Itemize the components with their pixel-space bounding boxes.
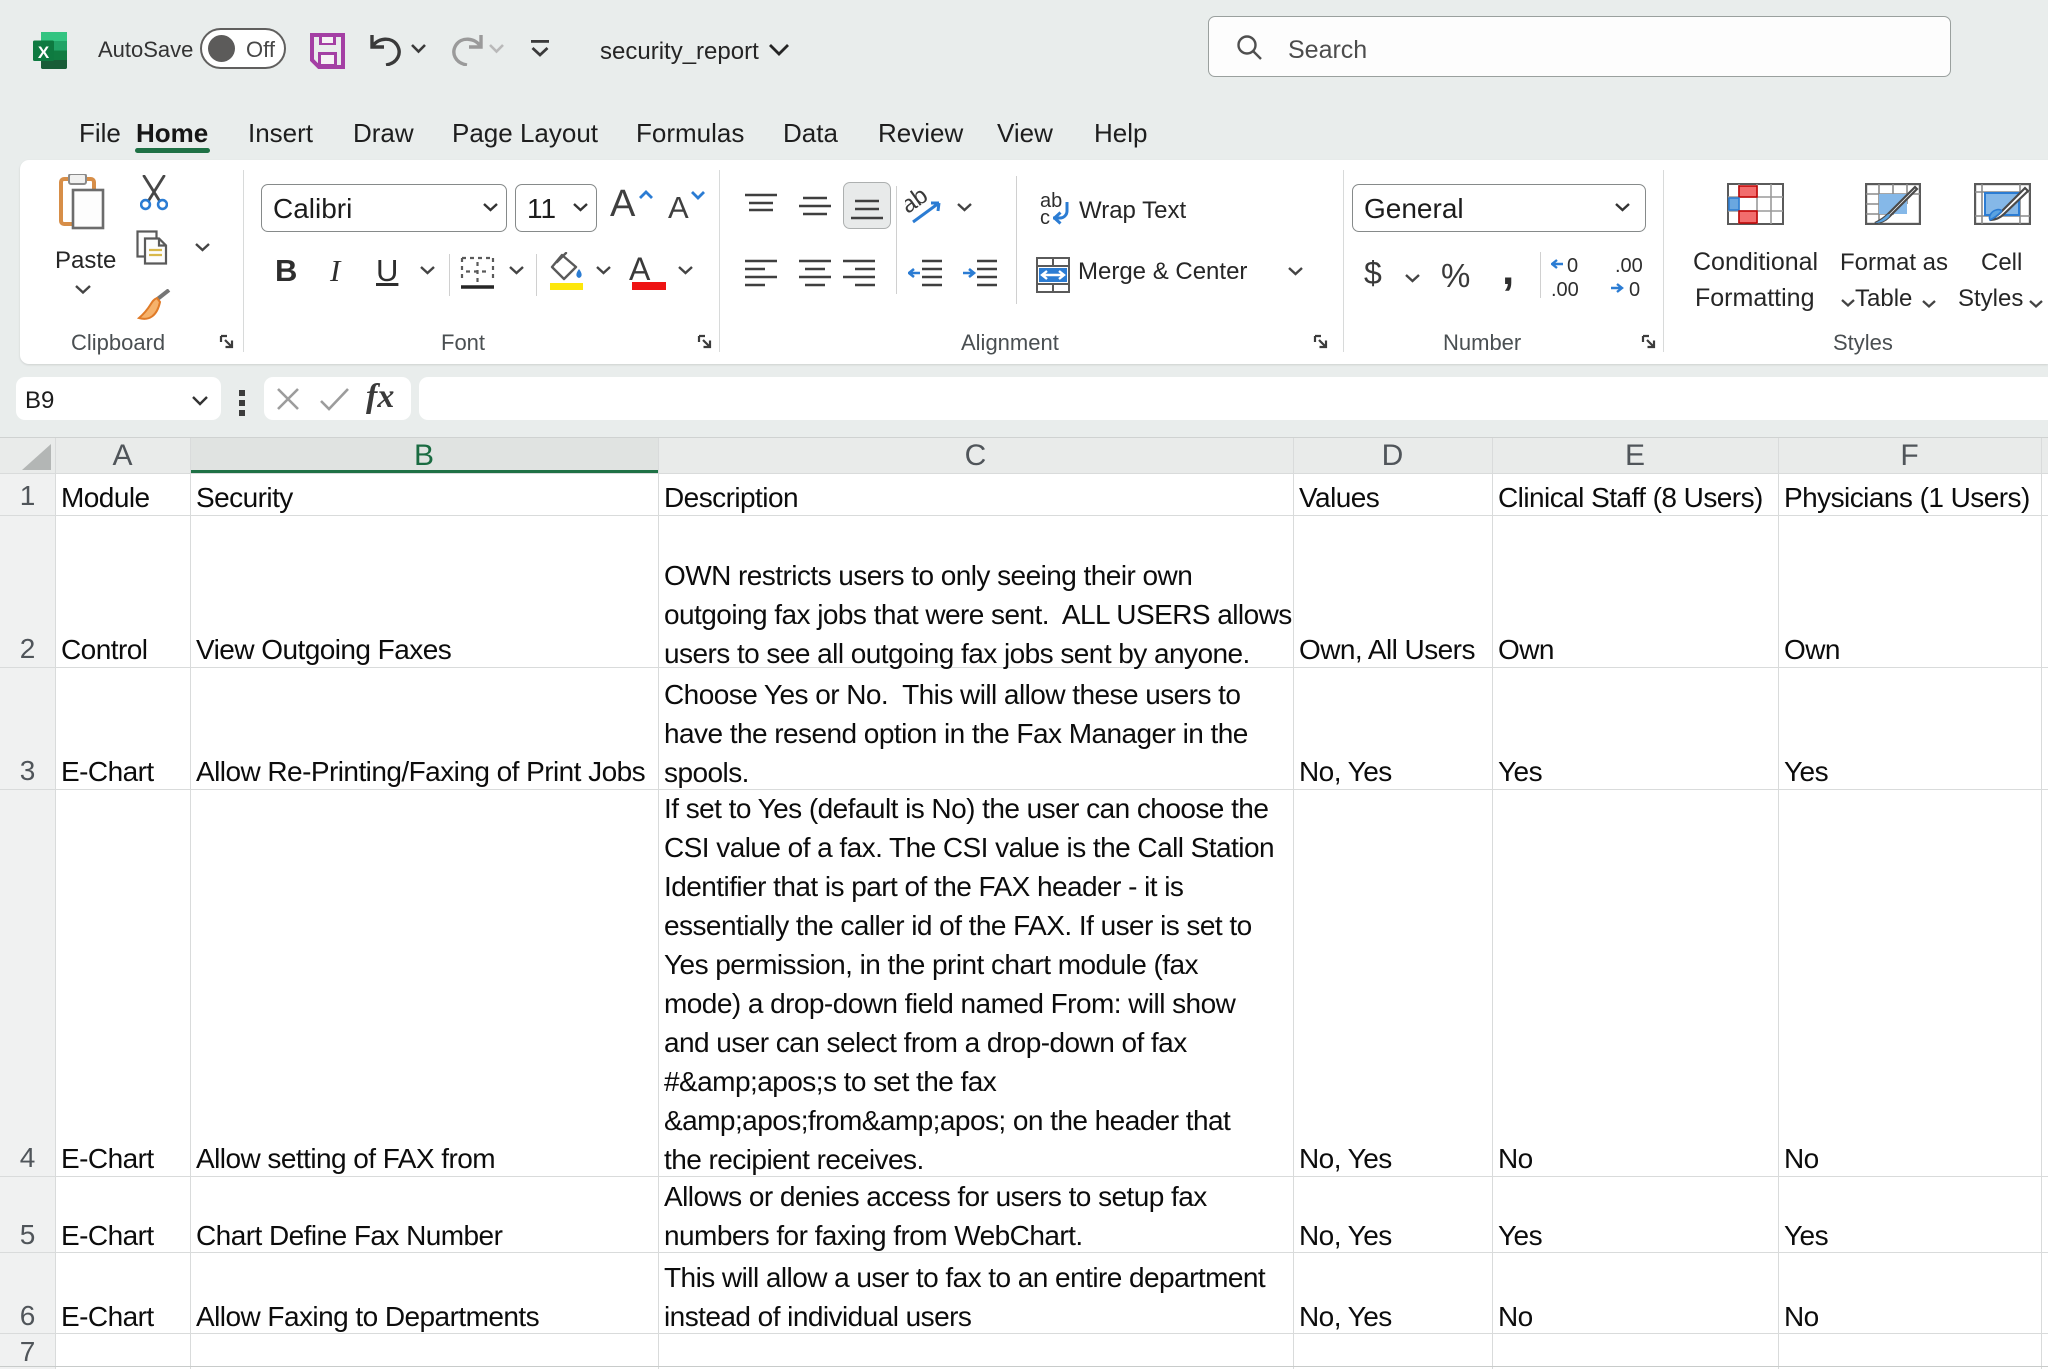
svg-text:.00: .00 — [1615, 256, 1643, 277]
svg-text:c: c — [1040, 207, 1050, 226]
svg-text:X: X — [38, 43, 50, 62]
svg-text:ab: ab — [905, 190, 933, 219]
svg-text:0: 0 — [1629, 279, 1640, 298]
svg-text:.00: .00 — [1551, 279, 1579, 298]
svg-text:0: 0 — [1567, 256, 1578, 277]
